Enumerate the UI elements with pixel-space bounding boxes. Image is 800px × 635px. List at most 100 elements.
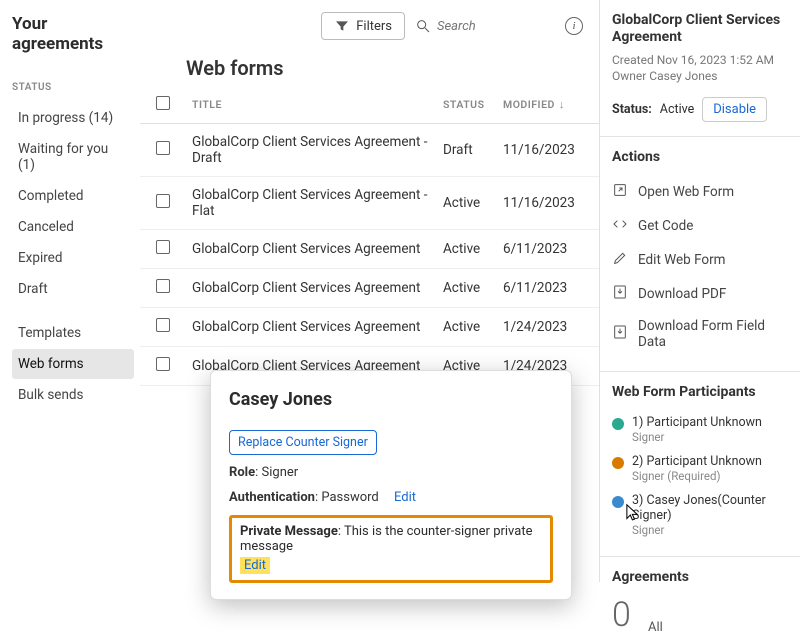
action-label: Edit Web Form	[638, 252, 726, 268]
detail-title: GlobalCorp Client Services Agreement	[612, 12, 790, 46]
download-icon	[612, 284, 628, 304]
action-item[interactable]: Download Form Field Data	[612, 311, 790, 357]
detail-status-label: Status:	[612, 102, 652, 117]
popup-name: Casey Jones	[229, 389, 553, 410]
info-icon[interactable]: i	[565, 17, 583, 35]
row-status: Active	[443, 241, 503, 257]
sidebar-item[interactable]: Templates	[12, 318, 134, 348]
participant-role: Signer	[632, 430, 762, 444]
row-checkbox[interactable]	[156, 240, 170, 254]
col-status[interactable]: STATUS	[443, 98, 503, 111]
row-title: GlobalCorp Client Services Agreement	[186, 319, 443, 335]
participant-role: Signer	[632, 523, 790, 537]
participant-name: 1) Participant Unknown	[632, 415, 762, 430]
participant-dot-icon	[612, 418, 624, 430]
filters-label: Filters	[356, 19, 392, 34]
participant-popup: Casey Jones Replace Counter Signer Role:…	[210, 370, 572, 600]
action-item[interactable]: Edit Web Form	[612, 243, 790, 277]
open-icon	[612, 182, 628, 202]
table-row[interactable]: GlobalCorp Client Services AgreementActi…	[140, 269, 599, 308]
sidebar-item[interactable]: Bulk sends	[12, 380, 134, 410]
disable-button[interactable]: Disable	[702, 97, 767, 122]
participant-item[interactable]: 3) Casey Jones(Counter Signer)Signer	[612, 488, 790, 542]
action-item[interactable]: Download PDF	[612, 277, 790, 311]
detail-owner: Owner Casey Jones	[612, 68, 790, 85]
download-icon	[612, 324, 628, 344]
action-label: Get Code	[638, 218, 693, 234]
col-modified[interactable]: MODIFIED↓	[503, 98, 583, 111]
replace-counter-signer-button[interactable]: Replace Counter Signer	[229, 430, 377, 455]
popup-role-label: Role	[229, 465, 255, 480]
sidebar-item[interactable]: Draft	[12, 274, 134, 304]
table-header: TITLE STATUS MODIFIED↓	[140, 86, 599, 124]
row-status: Active	[443, 280, 503, 296]
participant-name: 2) Participant Unknown	[632, 454, 762, 469]
row-status: Active	[443, 319, 503, 335]
row-modified: 6/11/2023	[503, 280, 583, 296]
col-title[interactable]: TITLE	[186, 98, 443, 111]
row-title: GlobalCorp Client Services Agreement	[186, 241, 443, 257]
sidebar-item[interactable]: Expired	[12, 243, 134, 273]
popup-auth-label: Authentication	[229, 490, 315, 505]
row-checkbox[interactable]	[156, 194, 170, 208]
row-title: GlobalCorp Client Services Agreement - D…	[186, 134, 443, 166]
row-checkbox[interactable]	[156, 141, 170, 155]
participant-item[interactable]: 2) Participant UnknownSigner (Required)	[612, 449, 790, 488]
code-icon	[612, 216, 628, 236]
row-modified: 6/11/2023	[503, 241, 583, 257]
select-all-checkbox[interactable]	[156, 96, 170, 110]
table-row[interactable]: GlobalCorp Client Services Agreement - F…	[140, 177, 599, 230]
row-modified: 11/16/2023	[503, 195, 583, 211]
table-row[interactable]: GlobalCorp Client Services AgreementActi…	[140, 230, 599, 269]
search-icon	[415, 18, 431, 34]
detail-status-value: Active	[660, 102, 694, 117]
row-checkbox[interactable]	[156, 279, 170, 293]
row-checkbox[interactable]	[156, 318, 170, 332]
row-status: Draft	[443, 142, 503, 158]
page-title: Your agreements	[12, 14, 140, 54]
popup-auth-value: Password	[321, 490, 378, 505]
filters-button[interactable]: Filters	[321, 12, 405, 40]
section-heading: Web forms	[140, 56, 599, 86]
row-checkbox[interactable]	[156, 357, 170, 371]
row-title: GlobalCorp Client Services Agreement - F…	[186, 187, 443, 219]
action-label: Download PDF	[638, 286, 726, 302]
search-input[interactable]	[437, 19, 527, 34]
status-heading: STATUS	[12, 82, 140, 93]
row-modified: 1/24/2023	[503, 319, 583, 335]
action-item[interactable]: Open Web Form	[612, 175, 790, 209]
row-status: Active	[443, 195, 503, 211]
sidebar-item[interactable]: Completed	[12, 181, 134, 211]
pm-edit-link[interactable]: Edit	[240, 557, 270, 574]
auth-edit-link[interactable]: Edit	[394, 490, 416, 505]
sidebar-item[interactable]: Web forms	[12, 349, 134, 379]
agreements-count: 0	[612, 595, 631, 635]
popup-pm-label: Private Message	[240, 524, 338, 539]
filter-icon	[334, 18, 350, 34]
edit-icon	[612, 250, 628, 270]
table-row[interactable]: GlobalCorp Client Services AgreementActi…	[140, 308, 599, 347]
participant-dot-icon	[612, 457, 624, 469]
sort-desc-icon: ↓	[559, 98, 565, 111]
action-item[interactable]: Get Code	[612, 209, 790, 243]
table-row[interactable]: GlobalCorp Client Services Agreement - D…	[140, 124, 599, 177]
participant-name: 3) Casey Jones(Counter Signer)	[632, 493, 790, 523]
private-message-highlight: Private Message: This is the counter-sig…	[229, 515, 553, 583]
sidebar-item[interactable]: In progress (14)	[12, 103, 134, 133]
participant-dot-icon	[612, 496, 624, 508]
detail-created: Created Nov 16, 2023 1:52 AM	[612, 52, 790, 69]
search-field[interactable]	[415, 18, 555, 34]
agreements-all-link[interactable]: All	[648, 620, 663, 635]
participant-role: Signer (Required)	[632, 469, 762, 483]
row-title: GlobalCorp Client Services Agreement	[186, 280, 443, 296]
actions-heading: Actions	[612, 149, 790, 165]
participant-item[interactable]: 1) Participant UnknownSigner	[612, 410, 790, 449]
row-modified: 11/16/2023	[503, 142, 583, 158]
sidebar-item[interactable]: Waiting for you (1)	[12, 134, 134, 180]
participants-heading: Web Form Participants	[612, 384, 790, 400]
action-label: Open Web Form	[638, 184, 734, 200]
sidebar-item[interactable]: Canceled	[12, 212, 134, 242]
action-label: Download Form Field Data	[638, 318, 790, 350]
agreements-heading: Agreements	[612, 569, 790, 585]
popup-role-value: Signer	[262, 465, 299, 480]
